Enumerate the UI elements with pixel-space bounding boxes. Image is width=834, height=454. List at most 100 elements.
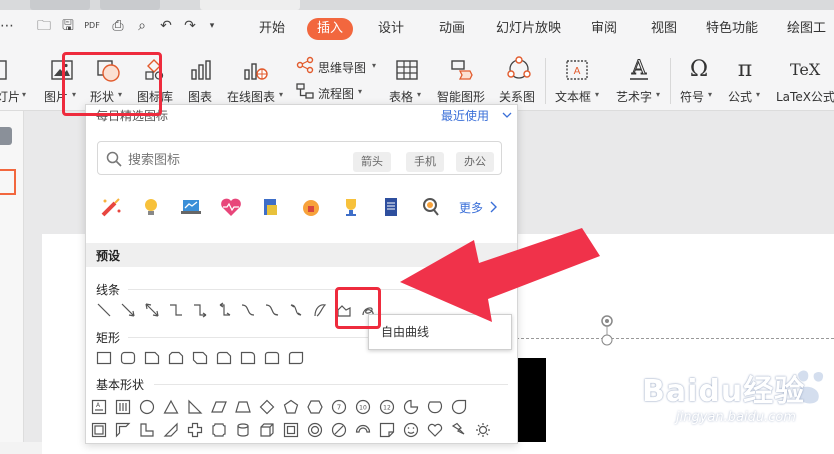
donut-shape[interactable] [307,422,323,438]
rectangle-shape[interactable] [96,350,112,366]
chart-icon[interactable] [189,58,213,82]
round-one-corner-rect-shape[interactable] [240,350,256,366]
elbow-connector-shape[interactable] [168,302,184,318]
curved-arrow-connector-shape[interactable] [264,302,280,318]
doc-tab[interactable] [100,0,160,10]
textbox-icon[interactable]: A [565,58,589,82]
round-snip-rect-shape[interactable] [216,350,232,366]
slide-thumbnail[interactable] [0,169,16,195]
lightning-bolt-shape[interactable] [451,422,467,438]
lock-icon[interactable] [299,195,323,219]
black-shape[interactable] [516,358,546,442]
diagonal-stripe-shape[interactable] [163,422,179,438]
doc-tab[interactable] [30,0,90,10]
folded-corner-shape[interactable] [379,422,395,438]
ribbon-flowchart-label[interactable]: 流程图 [318,85,354,102]
trophy-icon[interactable] [339,195,363,219]
ribbon-table-label[interactable]: 表格 [389,88,413,105]
search-tag-phone[interactable]: 手机 [406,152,444,172]
tab-insert[interactable]: 插入 [307,18,354,40]
icon-search-input[interactable] [126,149,330,171]
snip-corner-rect-shape[interactable] [144,350,160,366]
round-same-side-rect-shape[interactable] [264,350,280,366]
thumbnail-tab[interactable] [0,127,12,145]
double-arrow-line-shape[interactable] [144,302,160,318]
chevron-right-icon[interactable] [488,200,498,214]
formula-icon[interactable]: π [733,56,757,82]
heptagon-shape[interactable]: 7 [331,399,347,415]
diamond-shape[interactable] [259,399,275,415]
symbol-icon[interactable]: Ω [687,56,711,82]
slide-icon[interactable] [0,58,8,82]
ribbon-mindmap-label[interactable]: 思维导图 [318,59,366,76]
parallelogram-shape[interactable] [211,399,227,415]
oval-shape[interactable] [139,399,155,415]
teardrop-shape[interactable] [451,399,467,415]
doc-tab-active[interactable] [200,0,300,10]
heart-pulse-icon[interactable] [219,195,243,219]
caret-down-icon[interactable]: ▾ [756,90,760,99]
elbow-arrow-connector-shape[interactable] [192,302,208,318]
print-icon[interactable]: ⎙ [110,18,126,34]
sun-shape[interactable] [475,422,491,438]
ribbon-chart-label[interactable]: 图表 [188,88,212,105]
block-arc-shape[interactable] [355,422,371,438]
tab-slideshow[interactable]: 幻灯片放映 [496,10,561,48]
magnifier-bulb-icon[interactable] [419,195,443,219]
cross-shape[interactable] [187,422,203,438]
redo-icon[interactable]: ↷ [182,18,198,34]
undo-icon[interactable]: ↶ [158,18,174,34]
flowchart-icon[interactable] [296,82,314,100]
snip-two-corner-rect-shape[interactable] [168,350,184,366]
caret-down-icon[interactable]: ▾ [372,61,376,70]
chevron-down-icon[interactable] [502,109,512,121]
tab-animation[interactable]: 动画 [439,10,465,48]
no-symbol-shape[interactable] [331,422,347,438]
pentagon-shape[interactable] [283,399,299,415]
laptop-chart-icon[interactable] [179,195,203,219]
pie-shape[interactable] [403,399,419,415]
right-triangle-shape[interactable] [187,399,203,415]
dropdown-icon[interactable]: ▾ [204,18,220,34]
caret-down-icon[interactable]: ▾ [708,90,712,99]
plaque-shape[interactable] [211,422,227,438]
document-icon[interactable] [379,195,403,219]
online-chart-icon[interactable] [243,58,269,82]
mindmap-icon[interactable] [296,56,314,74]
curved-double-arrow-shape[interactable] [288,302,304,318]
ribbon-textbox-label[interactable]: 文本框 [555,88,591,105]
bevel-shape[interactable] [283,422,299,438]
ribbon-relation-label[interactable]: 关系图 [499,88,535,105]
heart-shape[interactable] [427,422,443,438]
menu-icon[interactable]: ⋯ [0,18,14,34]
tab-home[interactable]: 开始 [259,10,285,48]
snip-diagonal-rect-shape[interactable] [192,350,208,366]
frame-shape[interactable] [91,422,107,438]
curve-shape[interactable] [312,302,328,318]
rounded-rectangle-shape[interactable] [120,350,136,366]
ribbon-latex-label[interactable]: LaTeX公式 [776,88,834,105]
ribbon-wordart-label[interactable]: 艺术字 [616,88,652,105]
l-shape[interactable] [139,422,155,438]
dodecagon-shape[interactable]: 12 [379,399,395,415]
search-tag-arrow[interactable]: 箭头 [353,152,391,172]
tab-review[interactable]: 审阅 [591,10,617,48]
save-icon[interactable]: 🖫 [60,18,76,34]
ribbon-slide-label[interactable]: 灯片 [0,88,20,105]
ribbon-symbol-label[interactable]: 符号 [680,88,704,105]
smiley-face-shape[interactable] [403,422,419,438]
recent-used-link[interactable]: 最近使用 [441,107,489,124]
line-shape[interactable] [96,302,112,318]
tab-drawing-tools[interactable]: 绘图工具 [787,10,834,74]
table-icon[interactable] [395,58,419,82]
triangle-shape[interactable] [163,399,179,415]
open-folder-icon[interactable]: 🗀 [36,18,52,34]
more-icons-link[interactable]: 更多 [459,199,483,216]
ribbon-online-chart-label[interactable]: 在线图表 [227,88,275,105]
wordart-icon[interactable]: A [626,56,652,82]
caret-down-icon[interactable]: ▾ [595,90,599,99]
vertical-textbox-shape[interactable] [115,399,131,415]
ribbon-formula-label[interactable]: 公式 [728,88,752,105]
hexagon-shape[interactable] [307,399,323,415]
caret-down-icon[interactable]: ▾ [656,90,660,99]
